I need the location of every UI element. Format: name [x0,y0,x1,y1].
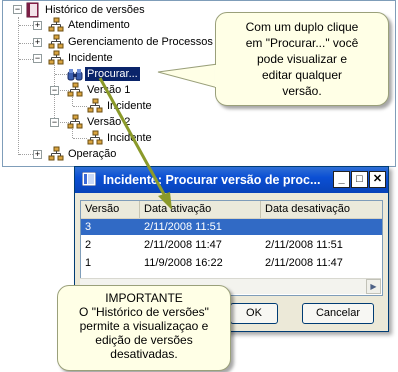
callout-bottom: IMPORTANTE O "Histórico de versões" perm… [57,285,231,371]
callout-bottom-text: IMPORTANTE O "Histórico de versões" perm… [79,291,209,361]
